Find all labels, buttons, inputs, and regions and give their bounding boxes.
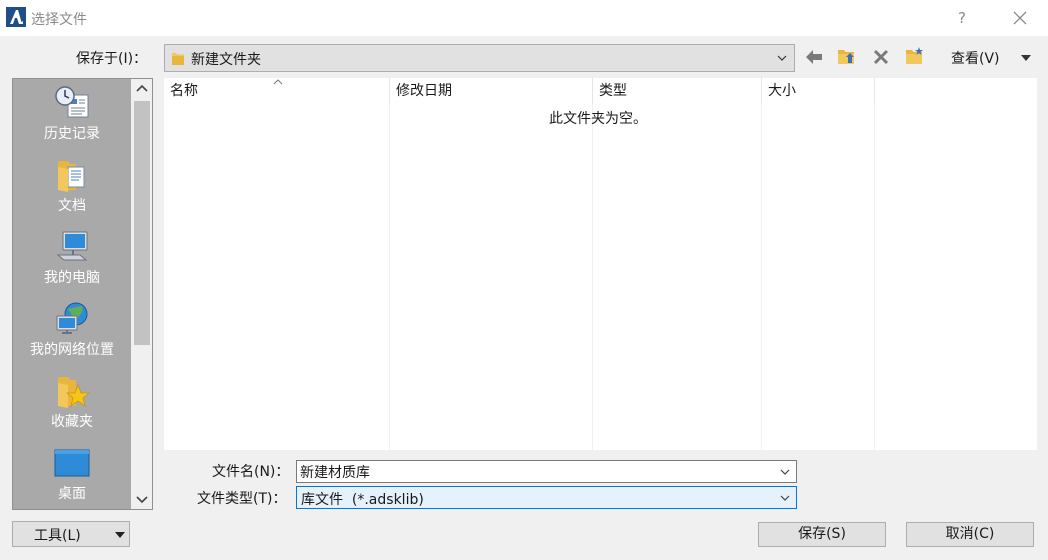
network-icon [56, 302, 88, 334]
computer-icon [56, 231, 88, 261]
close-button[interactable] [1006, 4, 1034, 32]
chevron-down-icon [136, 496, 148, 504]
app-logo-icon [6, 7, 26, 27]
column-divider [592, 104, 593, 450]
place-label: 文档 [58, 198, 86, 214]
close-icon [1013, 11, 1027, 25]
documents-folder-icon [58, 161, 85, 192]
save-button[interactable]: 保存(S) [758, 522, 886, 547]
place-label: 桌面 [58, 486, 86, 502]
up-folder-button[interactable] [835, 45, 859, 69]
scroll-down-button[interactable] [131, 489, 152, 509]
chevron-down-icon[interactable] [779, 467, 791, 477]
desktop-icon [54, 449, 90, 477]
place-label: 我的网络位置 [30, 342, 114, 358]
file-type-dropdown[interactable]: 库文件 (*.adsklib) [296, 486, 797, 509]
chevron-down-icon [777, 55, 787, 61]
empty-folder-message: 此文件夹为空。 [549, 111, 647, 127]
file-name-label: 文件名(N)： [212, 464, 290, 480]
chevron-down-icon [780, 495, 790, 501]
tools-button-label: 工具(L) [34, 528, 81, 544]
new-folder-icon [906, 47, 923, 64]
chevron-up-icon [136, 84, 148, 92]
history-icon [55, 86, 89, 118]
column-divider [761, 104, 762, 450]
file-list[interactable]: 名称 修改日期 类型 大小 此文件夹为空。 [164, 78, 1037, 450]
up-folder-icon [838, 50, 854, 64]
favorites-folder-icon [58, 377, 90, 408]
column-header-type[interactable]: 类型 [593, 78, 762, 104]
file-type-label: 文件类型(T)： [197, 491, 287, 507]
dropdown-triangle-icon [115, 532, 125, 538]
file-name-combo[interactable] [296, 460, 797, 483]
cancel-button[interactable]: 取消(C) [906, 522, 1034, 547]
place-my-network[interactable]: 我的网络位置 [13, 301, 131, 359]
title-bar: 选择文件 ? [0, 0, 1048, 36]
column-header-modified[interactable]: 修改日期 [390, 78, 593, 104]
view-menu-button[interactable]: 查看(V) [951, 50, 1000, 68]
scroll-thumb[interactable] [134, 101, 150, 345]
back-button[interactable] [802, 45, 826, 69]
window-title: 选择文件 [31, 12, 87, 28]
place-label: 收藏夹 [51, 414, 93, 430]
tools-menu-button[interactable]: 工具(L) [12, 521, 130, 547]
place-my-computer[interactable]: 我的电脑 [13, 229, 131, 287]
folder-icon [172, 53, 184, 65]
place-label: 历史记录 [44, 126, 100, 142]
column-header-size[interactable]: 大小 [762, 78, 875, 104]
file-type-value: 库文件 (*.adsklib) [301, 492, 424, 508]
save-in-label: 保存于(I)： [76, 51, 148, 67]
scroll-up-button[interactable] [131, 79, 152, 99]
view-dropdown-arrow-icon[interactable] [1020, 54, 1032, 62]
place-history[interactable]: 历史记录 [13, 85, 131, 143]
save-in-dropdown[interactable]: 新建文件夹 [164, 44, 795, 72]
column-divider [389, 104, 390, 450]
place-desktop[interactable]: 桌面 [13, 445, 131, 503]
delete-button[interactable] [869, 45, 893, 69]
new-folder-button[interactable] [903, 45, 927, 69]
save-in-value: 新建文件夹 [191, 52, 261, 68]
place-documents[interactable]: 文档 [13, 157, 131, 215]
column-divider [874, 104, 875, 450]
place-favorites[interactable]: 收藏夹 [13, 373, 131, 431]
file-name-input[interactable] [300, 462, 770, 481]
back-arrow-icon [806, 50, 822, 64]
sort-ascending-icon [273, 79, 283, 85]
delete-x-icon [873, 49, 889, 65]
places-scrollbar[interactable] [131, 79, 152, 509]
place-label: 我的电脑 [44, 270, 100, 286]
help-button[interactable]: ? [950, 6, 974, 30]
places-bar: 历史记录 文档 我的电脑 我的网络位置 收藏夹 桌面 [12, 78, 153, 510]
